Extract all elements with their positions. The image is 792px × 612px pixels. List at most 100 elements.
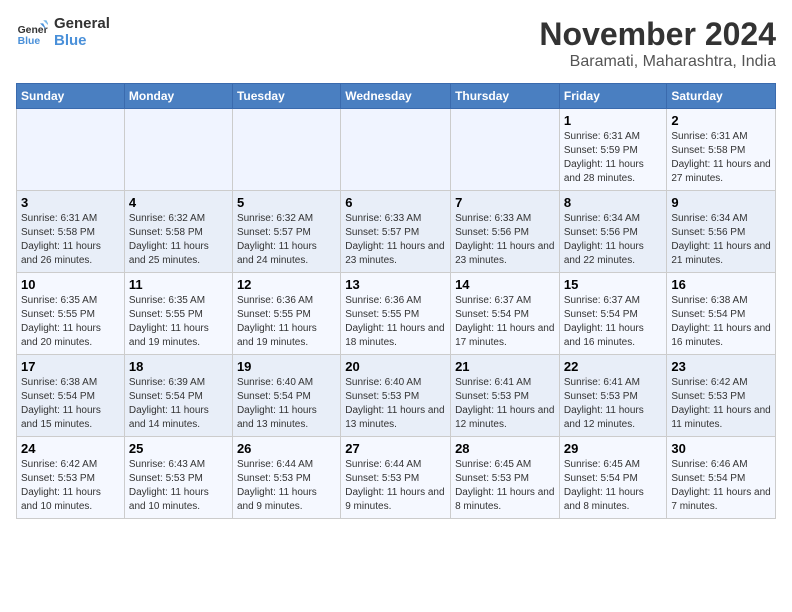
day-info: Sunrise: 6:45 AM Sunset: 5:53 PM Dayligh… — [455, 459, 554, 512]
day-info: Sunrise: 6:42 AM Sunset: 5:53 PM Dayligh… — [671, 377, 770, 430]
day-cell — [124, 109, 232, 191]
header-cell-friday: Friday — [559, 84, 667, 109]
day-number: 9 — [671, 195, 771, 210]
logo-line2: Blue — [54, 33, 110, 50]
day-cell — [341, 109, 451, 191]
day-cell: 10 Sunrise: 6:35 AM Sunset: 5:55 PM Dayli… — [17, 273, 125, 355]
day-number: 16 — [671, 277, 771, 292]
day-cell: 19 Sunrise: 6:40 AM Sunset: 5:54 PM Dayli… — [232, 355, 340, 437]
day-number: 24 — [21, 441, 120, 456]
day-cell: 24Sunrise: 6:42 AM Sunset: 5:53 PM Dayli… — [17, 437, 125, 519]
day-info: Sunrise: 6:41 AM Sunset: 5:53 PM Dayligh… — [455, 377, 554, 430]
day-info: Sunrise: 6:33 AM Sunset: 5:57 PM Dayligh… — [345, 213, 444, 266]
day-cell: 2Sunrise: 6:31 AM Sunset: 5:58 PM Daylig… — [667, 109, 776, 191]
day-cell: 18Sunrise: 6:39 AM Sunset: 5:54 PM Dayli… — [124, 355, 232, 437]
day-number: 27 — [345, 441, 446, 456]
day-number: 5 — [237, 195, 336, 210]
day-number: 30 — [671, 441, 771, 456]
day-info: Sunrise: 6:35 AM Sunset: 5:55 PM Dayligh… — [129, 295, 209, 348]
day-cell: 28 Sunrise: 6:45 AM Sunset: 5:53 PM Dayli… — [451, 437, 560, 519]
day-number: 23 — [671, 359, 771, 374]
day-cell: 20 Sunrise: 6:40 AM Sunset: 5:53 PM Dayli… — [341, 355, 451, 437]
logo-icon: General Blue — [16, 17, 48, 49]
header-cell-tuesday: Tuesday — [232, 84, 340, 109]
day-info: Sunrise: 6:36 AM Sunset: 5:55 PM Dayligh… — [237, 295, 317, 348]
day-info: Sunrise: 6:32 AM Sunset: 5:57 PM Dayligh… — [237, 213, 317, 266]
day-info: Sunrise: 6:43 AM Sunset: 5:53 PM Dayligh… — [129, 459, 209, 512]
day-number: 1 — [564, 113, 663, 128]
day-info: Sunrise: 6:38 AM Sunset: 5:54 PM Dayligh… — [671, 295, 770, 348]
day-info: Sunrise: 6:37 AM Sunset: 5:54 PM Dayligh… — [564, 295, 644, 348]
day-number: 20 — [345, 359, 446, 374]
day-cell: 11 Sunrise: 6:35 AM Sunset: 5:55 PM Dayli… — [124, 273, 232, 355]
day-info: Sunrise: 6:44 AM Sunset: 5:53 PM Dayligh… — [237, 459, 317, 512]
week-row-0: 1 Sunrise: 6:31 AM Sunset: 5:59 PM Daylig… — [17, 109, 776, 191]
day-info: Sunrise: 6:35 AM Sunset: 5:55 PM Dayligh… — [21, 295, 101, 348]
day-cell: 21 Sunrise: 6:41 AM Sunset: 5:53 PM Dayli… — [451, 355, 560, 437]
day-info: Sunrise: 6:33 AM Sunset: 5:56 PM Dayligh… — [455, 213, 554, 266]
week-row-1: 3 Sunrise: 6:31 AM Sunset: 5:58 PM Daylig… — [17, 191, 776, 273]
day-cell: 23 Sunrise: 6:42 AM Sunset: 5:53 PM Dayli… — [667, 355, 776, 437]
logo-line1: General — [54, 16, 110, 33]
title-area: November 2024 Baramati, Maharashtra, Ind… — [539, 16, 776, 71]
header-row: SundayMondayTuesdayWednesdayThursdayFrid… — [17, 84, 776, 109]
day-cell — [232, 109, 340, 191]
week-row-2: 10 Sunrise: 6:35 AM Sunset: 5:55 PM Dayli… — [17, 273, 776, 355]
day-cell: 13Sunrise: 6:36 AM Sunset: 5:55 PM Dayli… — [341, 273, 451, 355]
day-number: 11 — [129, 277, 228, 292]
day-number: 18 — [129, 359, 228, 374]
day-cell: 15 Sunrise: 6:37 AM Sunset: 5:54 PM Dayli… — [559, 273, 667, 355]
day-info: Sunrise: 6:31 AM Sunset: 5:59 PM Dayligh… — [564, 131, 644, 184]
header-cell-monday: Monday — [124, 84, 232, 109]
day-number: 26 — [237, 441, 336, 456]
day-number: 12 — [237, 277, 336, 292]
calendar-table: SundayMondayTuesdayWednesdayThursdayFrid… — [16, 83, 776, 519]
day-info: Sunrise: 6:44 AM Sunset: 5:53 PM Dayligh… — [345, 459, 444, 512]
header-cell-wednesday: Wednesday — [341, 84, 451, 109]
day-info: Sunrise: 6:31 AM Sunset: 5:58 PM Dayligh… — [21, 213, 101, 266]
day-number: 10 — [21, 277, 120, 292]
day-info: Sunrise: 6:38 AM Sunset: 5:54 PM Dayligh… — [21, 377, 101, 430]
day-number: 7 — [455, 195, 555, 210]
svg-text:Blue: Blue — [18, 36, 41, 47]
month-title: November 2024 — [539, 16, 776, 53]
day-number: 29 — [564, 441, 663, 456]
header-cell-saturday: Saturday — [667, 84, 776, 109]
day-cell: 29 Sunrise: 6:45 AM Sunset: 5:54 PM Dayli… — [559, 437, 667, 519]
day-info: Sunrise: 6:40 AM Sunset: 5:53 PM Dayligh… — [345, 377, 444, 430]
day-number: 21 — [455, 359, 555, 374]
day-number: 6 — [345, 195, 446, 210]
week-row-4: 24Sunrise: 6:42 AM Sunset: 5:53 PM Dayli… — [17, 437, 776, 519]
day-cell: 7 Sunrise: 6:33 AM Sunset: 5:56 PM Daylig… — [451, 191, 560, 273]
day-info: Sunrise: 6:40 AM Sunset: 5:54 PM Dayligh… — [237, 377, 317, 430]
header-cell-thursday: Thursday — [451, 84, 560, 109]
day-cell: 3 Sunrise: 6:31 AM Sunset: 5:58 PM Daylig… — [17, 191, 125, 273]
day-cell: 27 Sunrise: 6:44 AM Sunset: 5:53 PM Dayli… — [341, 437, 451, 519]
day-number: 2 — [671, 113, 771, 128]
day-info: Sunrise: 6:45 AM Sunset: 5:54 PM Dayligh… — [564, 459, 644, 512]
day-cell: 25 Sunrise: 6:43 AM Sunset: 5:53 PM Dayli… — [124, 437, 232, 519]
location-title: Baramati, Maharashtra, India — [539, 53, 776, 71]
day-info: Sunrise: 6:46 AM Sunset: 5:54 PM Dayligh… — [671, 459, 770, 512]
day-number: 3 — [21, 195, 120, 210]
day-cell — [451, 109, 560, 191]
day-cell: 1 Sunrise: 6:31 AM Sunset: 5:59 PM Daylig… — [559, 109, 667, 191]
day-cell: 26 Sunrise: 6:44 AM Sunset: 5:53 PM Dayli… — [232, 437, 340, 519]
day-number: 28 — [455, 441, 555, 456]
day-cell: 22Sunrise: 6:41 AM Sunset: 5:53 PM Dayli… — [559, 355, 667, 437]
day-number: 15 — [564, 277, 663, 292]
day-cell — [17, 109, 125, 191]
day-number: 19 — [237, 359, 336, 374]
day-number: 17 — [21, 359, 120, 374]
day-cell: 8Sunrise: 6:34 AM Sunset: 5:56 PM Daylig… — [559, 191, 667, 273]
day-cell: 6 Sunrise: 6:33 AM Sunset: 5:57 PM Daylig… — [341, 191, 451, 273]
header: General Blue General Blue November 2024 … — [16, 16, 776, 71]
day-info: Sunrise: 6:36 AM Sunset: 5:55 PM Dayligh… — [345, 295, 444, 348]
day-number: 25 — [129, 441, 228, 456]
day-info: Sunrise: 6:37 AM Sunset: 5:54 PM Dayligh… — [455, 295, 554, 348]
day-cell: 14 Sunrise: 6:37 AM Sunset: 5:54 PM Dayli… — [451, 273, 560, 355]
day-info: Sunrise: 6:34 AM Sunset: 5:56 PM Dayligh… — [564, 213, 644, 266]
day-number: 14 — [455, 277, 555, 292]
day-cell: 4Sunrise: 6:32 AM Sunset: 5:58 PM Daylig… — [124, 191, 232, 273]
day-cell: 5 Sunrise: 6:32 AM Sunset: 5:57 PM Daylig… — [232, 191, 340, 273]
